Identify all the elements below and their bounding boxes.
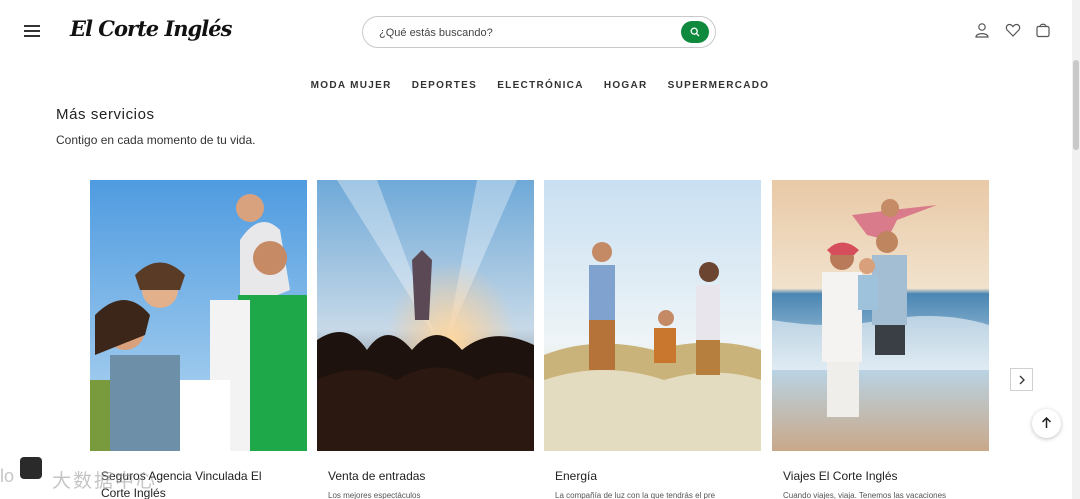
back-to-top-button[interactable] <box>1032 409 1061 438</box>
search-button[interactable] <box>681 21 709 43</box>
service-card-viajes[interactable]: Viajes El Corte Inglés Cuando viajes, vi… <box>772 180 989 499</box>
nav-item-electronica[interactable]: ELECTRÓNICA <box>497 80 584 91</box>
logo[interactable]: El Corte Inglés <box>70 16 232 41</box>
service-card-energia[interactable]: Energía La compañía de luz con la que te… <box>544 180 761 499</box>
chevron-right-icon <box>1019 375 1025 385</box>
beach-family-photo <box>772 180 989 451</box>
card-description: La compañía de luz con la que tendrás el… <box>555 491 716 499</box>
main-nav: MODA MUJER DEPORTES ELECTRÓNICA HOGAR SU… <box>0 80 1080 91</box>
watermark-left: lo <box>0 466 15 486</box>
carousel-next-button[interactable] <box>1010 368 1033 391</box>
nav-item-deportes[interactable]: DEPORTES <box>412 80 477 91</box>
scrollbar-thumb[interactable] <box>1073 60 1079 150</box>
search-input[interactable] <box>379 24 669 42</box>
card-title: Viajes El Corte Inglés <box>783 469 898 483</box>
arrow-up-icon <box>1041 417 1052 428</box>
section-title: Más servicios <box>56 106 155 123</box>
nav-item-moda-mujer[interactable]: MODA MUJER <box>311 80 392 91</box>
concert-photo <box>317 180 534 451</box>
nav-item-hogar[interactable]: HOGAR <box>604 80 648 91</box>
nav-item-supermercado[interactable]: SUPERMERCADO <box>668 80 770 91</box>
search-icon <box>690 27 700 37</box>
site-header: El Corte Inglés <box>0 0 1080 64</box>
family-meadow-photo <box>544 180 761 451</box>
page-scrollbar[interactable] <box>1072 0 1080 499</box>
card-description: Los mejores espectáculos <box>328 491 421 499</box>
section-subtitle: Contigo en cada momento de tu vida. <box>56 133 256 147</box>
watermark-logo-icon <box>20 457 42 479</box>
heart-icon[interactable] <box>1005 22 1021 38</box>
shopping-bag-icon[interactable] <box>1035 22 1051 38</box>
user-icon[interactable] <box>974 22 990 38</box>
service-card-seguros[interactable]: Seguros Agencia Vinculada El Corte Inglé… <box>90 180 307 499</box>
card-description: Cuando viajes, viaja. Tenemos las vacaci… <box>783 491 947 499</box>
menu-icon[interactable] <box>24 25 40 37</box>
service-card-entradas[interactable]: Venta de entradas Los mejores espectácul… <box>317 180 534 499</box>
watermark-text: 大数据中心 <box>52 471 158 492</box>
search-bar <box>362 16 716 48</box>
card-title: Energía <box>555 469 598 483</box>
family-photo <box>90 180 307 451</box>
card-title: Venta de entradas <box>328 469 426 483</box>
